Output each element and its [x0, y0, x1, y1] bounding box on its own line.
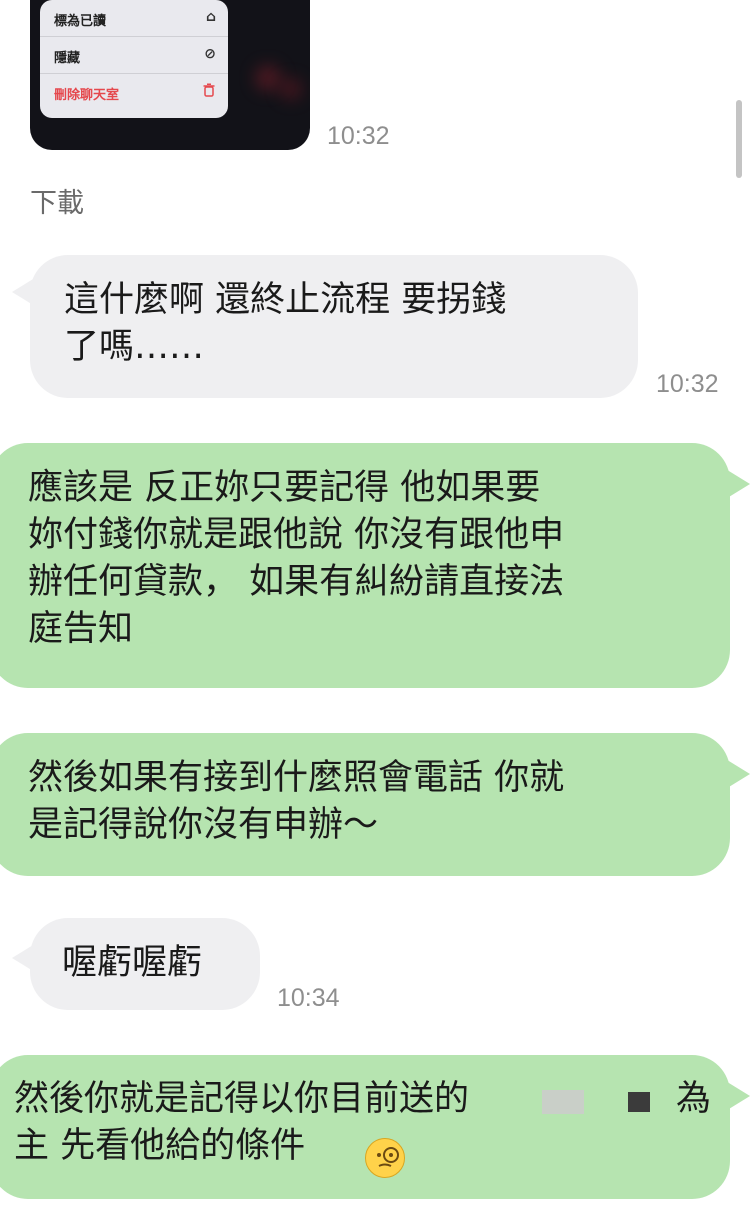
download-link[interactable]: 下載 [30, 181, 84, 220]
bubble-tail [724, 468, 750, 500]
message-text: 喔虧喔虧 [62, 943, 203, 983]
context-menu: 標為已讀 ⌂ 隱藏 ⊘ 刪除聊天室 [40, 0, 228, 118]
face-with-monocle-emoji [365, 1138, 405, 1178]
blurred-background-dot [280, 78, 302, 100]
incoming-message-bubble[interactable]: 這什麼啊 還終止流程 要拐錢 了嗎…… [30, 255, 638, 398]
outgoing-message-bubble[interactable]: 應該是 反正妳只要記得 他如果要 妳付錢你就是跟他說 你沒有跟他申 辦任何貸款，… [0, 443, 730, 688]
incoming-message-bubble[interactable]: 喔虧喔虧 [30, 918, 260, 1010]
mark-read-icon: ⌂ [205, 9, 216, 25]
message-text: 應該是 反正妳只要記得 他如果要 妳付錢你就是跟他說 你沒有跟他申 辦任何貸款，… [28, 468, 565, 649]
trash-icon [202, 83, 216, 101]
redacted-text [542, 1090, 584, 1114]
menu-item-delete-chat: 刪除聊天室 [40, 74, 228, 110]
scrollbar-thumb[interactable] [736, 100, 742, 178]
message-timestamp: 10:34 [277, 984, 340, 1012]
outgoing-message-bubble[interactable]: 然後你就是記得以你目前送的 為 主 先看他給的條件 [0, 1055, 730, 1199]
message-line: 然後你就是記得以你目前送的 為 [14, 1076, 730, 1123]
bubble-tail [724, 758, 750, 790]
message-text: 主 先看他給的條件 [14, 1126, 306, 1166]
menu-item-hide: 隱藏 ⊘ [40, 37, 228, 73]
message-text: 然後如果有接到什麼照會電話 你就 是記得說你沒有申辦～ [28, 758, 565, 845]
message-text: 然後你就是記得以你目前送的 [14, 1079, 470, 1119]
redacted-text [628, 1092, 650, 1112]
menu-item-mark-read: 標為已讀 ⌂ [40, 0, 228, 36]
message-timestamp: 10:32 [327, 122, 390, 150]
outgoing-message-bubble[interactable]: 然後如果有接到什麼照會電話 你就 是記得說你沒有申辦～ [0, 733, 730, 876]
bubble-tail [724, 1080, 750, 1112]
menu-item-label: 刪除聊天室 [54, 88, 120, 103]
message-text: 這什麼啊 還終止流程 要拐錢 了嗎…… [64, 280, 507, 367]
hide-eye-icon: ⊘ [204, 46, 216, 62]
shared-image-message[interactable]: 標為已讀 ⌂ 隱藏 ⊘ 刪除聊天室 [30, 0, 310, 150]
message-text: 為 [676, 1079, 712, 1119]
menu-item-label: 標為已讀 [54, 14, 107, 29]
blurred-background-dot [255, 65, 281, 91]
menu-item-label: 隱藏 [54, 51, 81, 66]
message-timestamp: 10:32 [656, 370, 719, 398]
